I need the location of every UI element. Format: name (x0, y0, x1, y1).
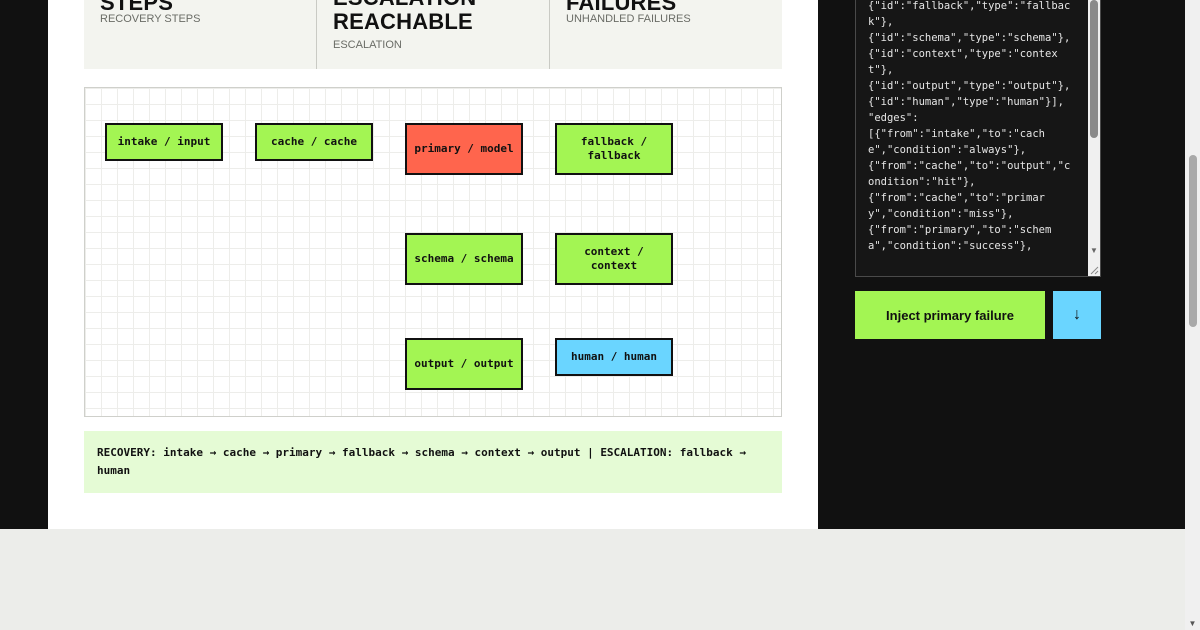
stat-unhandled-failures: FAILURES UNHANDLED FAILURES (550, 0, 782, 69)
graph-node[interactable]: schema / schema (405, 233, 523, 285)
stat-caption: RECOVERY STEPS (100, 13, 201, 25)
stats-row: STEPS RECOVERY STEPS ESCALATION REACHABL… (84, 0, 782, 69)
editor-scrollbar[interactable]: ▼ (1088, 0, 1100, 276)
graph-node[interactable]: output / output (405, 338, 523, 390)
stat-value: ESCALATION REACHABLE (333, 0, 476, 34)
graph-node[interactable]: intake / input (105, 123, 223, 161)
graph-node[interactable]: fallback / fallback (555, 123, 673, 175)
graph-canvas[interactable]: intake / input cache / cache primary / m… (84, 87, 782, 417)
graph-node[interactable]: context / context (555, 233, 673, 285)
graph-node[interactable]: primary / model (405, 123, 523, 175)
recovery-trace: RECOVERY: intake → cache → primary → fal… (84, 431, 782, 493)
scroll-down-arrow-icon[interactable]: ▼ (1089, 246, 1099, 255)
page-scrollbar[interactable]: ▼ (1185, 0, 1200, 630)
resize-grip-icon[interactable] (1089, 265, 1099, 275)
stat-escalation: ESCALATION REACHABLE ESCALATION (317, 0, 550, 69)
editor-text[interactable]: {"id":"fallback","type":"fallback"}, {"i… (868, 0, 1074, 254)
left-strip (0, 0, 48, 529)
inject-primary-failure-button[interactable]: Inject primary failure (855, 291, 1045, 339)
page-scroll-thumb[interactable] (1189, 155, 1197, 327)
arrow-down-icon: ↓ (1073, 306, 1081, 323)
graph-json-editor[interactable]: {"id":"fallback","type":"fallback"}, {"i… (855, 0, 1101, 277)
download-button[interactable]: ↓ (1053, 291, 1101, 339)
stat-caption: ESCALATION (333, 39, 402, 51)
graph-node[interactable]: cache / cache (255, 123, 373, 161)
right-panel: {"id":"fallback","type":"fallback"}, {"i… (818, 0, 1185, 529)
graph-node[interactable]: human / human (555, 338, 673, 376)
stat-caption: UNHANDLED FAILURES (566, 13, 691, 25)
main-panel: STEPS RECOVERY STEPS ESCALATION REACHABL… (48, 0, 818, 529)
stat-recovery-steps: STEPS RECOVERY STEPS (84, 0, 317, 69)
page-scroll-down-icon[interactable]: ▼ (1185, 619, 1200, 628)
editor-scroll-thumb[interactable] (1090, 0, 1098, 138)
